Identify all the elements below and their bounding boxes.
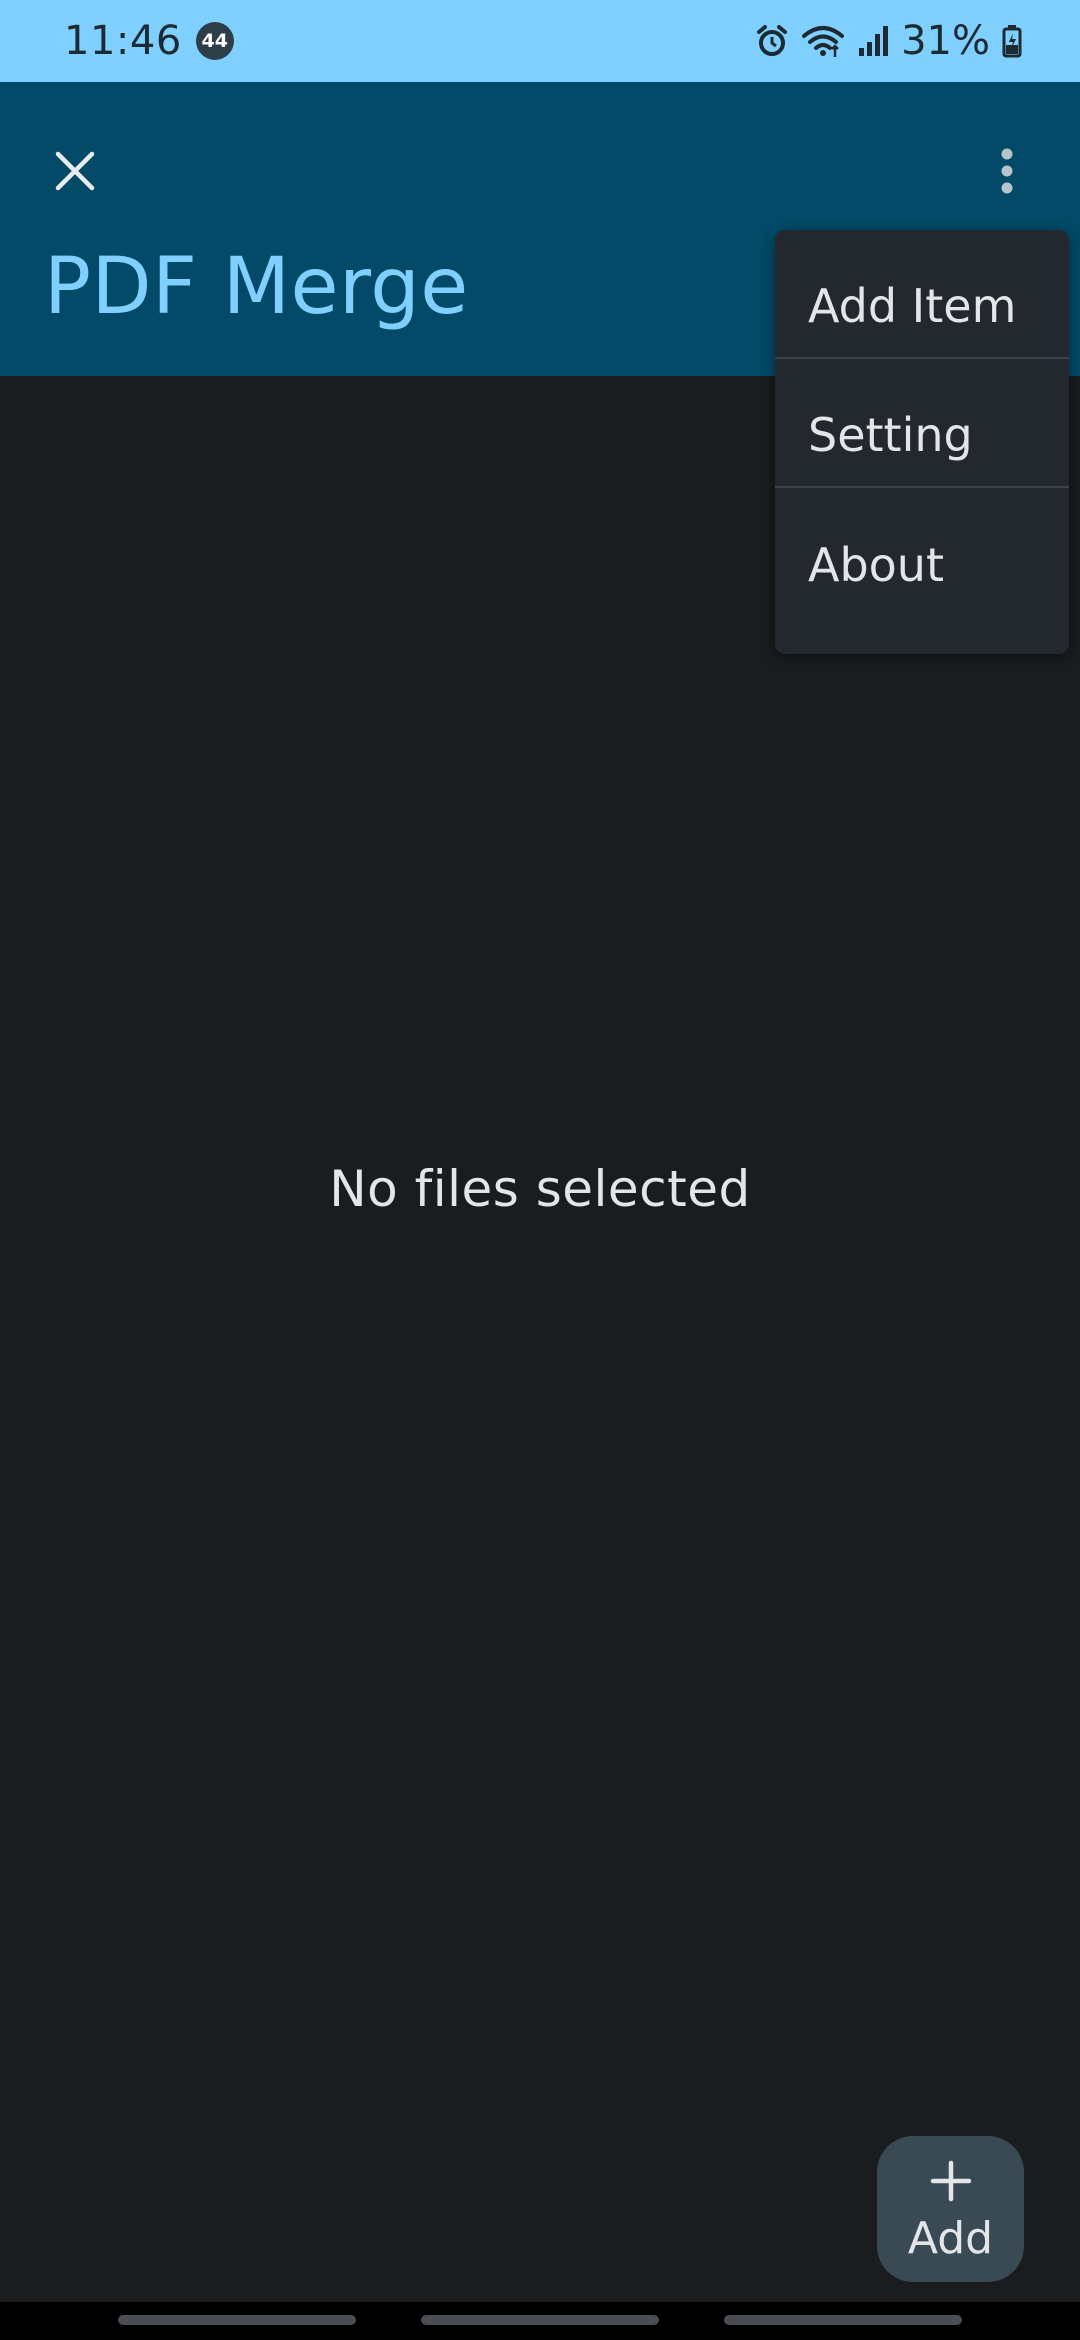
notification-badge: 44 bbox=[195, 22, 234, 60]
status-bar: 11:46 44 31% bbox=[0, 0, 1080, 82]
nav-back-handle[interactable] bbox=[724, 2315, 962, 2325]
wifi-icon bbox=[801, 24, 845, 58]
nav-recents-handle[interactable] bbox=[118, 2315, 356, 2325]
status-time: 11:46 bbox=[64, 18, 182, 64]
more-options-button[interactable] bbox=[982, 136, 1032, 206]
plus-icon bbox=[929, 2155, 973, 2207]
add-button[interactable]: Add bbox=[877, 2136, 1024, 2282]
close-button[interactable] bbox=[40, 136, 110, 206]
status-right: 31% bbox=[755, 18, 1022, 64]
signal-icon bbox=[857, 24, 889, 58]
menu-item-about[interactable]: About bbox=[775, 488, 1069, 617]
alarm-icon bbox=[755, 24, 789, 58]
status-left: 11:46 44 bbox=[64, 18, 234, 64]
navigation-bar bbox=[0, 2302, 1080, 2340]
nav-home-handle[interactable] bbox=[421, 2315, 659, 2325]
add-button-label: Add bbox=[907, 2212, 994, 2264]
menu-item-setting[interactable]: Setting bbox=[775, 359, 1069, 488]
battery-icon bbox=[1002, 24, 1022, 58]
overflow-menu: Add Item Setting About bbox=[775, 230, 1069, 654]
empty-state-text: No files selected bbox=[329, 1160, 751, 1218]
menu-item-add-item[interactable]: Add Item bbox=[775, 230, 1069, 359]
screen: 11:46 44 31% PDF Merge No files selected… bbox=[0, 0, 1080, 2340]
close-icon bbox=[55, 151, 95, 191]
more-vert-icon bbox=[1001, 148, 1013, 194]
battery-percentage: 31% bbox=[901, 18, 990, 64]
page-title: PDF Merge bbox=[44, 242, 469, 332]
